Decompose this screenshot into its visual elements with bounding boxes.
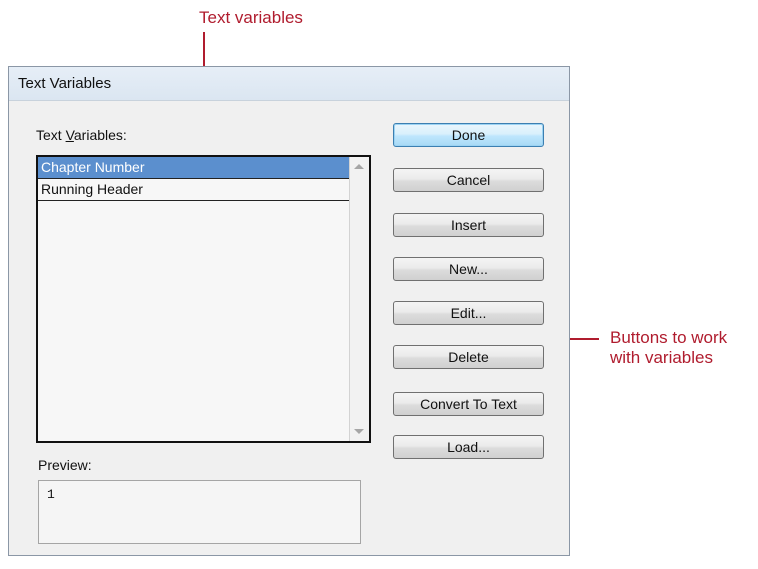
convert-to-text-button[interactable]: Convert To Text xyxy=(393,392,544,416)
buttons-callout-line1: Buttons to work xyxy=(610,328,728,347)
edit-button[interactable]: Edit... xyxy=(393,301,544,325)
text-variables-callout: Text variables xyxy=(199,8,303,27)
delete-button[interactable]: Delete xyxy=(393,345,544,369)
load-button[interactable]: Load... xyxy=(393,435,544,459)
text-variables-dialog: Text Variables Text Variables: Chapter N… xyxy=(8,66,570,556)
cancel-button[interactable]: Cancel xyxy=(393,168,544,192)
text-variables-label: Text Variables: xyxy=(36,127,127,143)
preview-box: 1 xyxy=(38,480,361,544)
insert-button[interactable]: Insert xyxy=(393,213,544,237)
scroll-down-arrow-icon[interactable] xyxy=(354,429,364,434)
list-item-chapter-number[interactable]: Chapter Number xyxy=(38,157,349,179)
buttons-callout-line2: with variables xyxy=(610,348,713,367)
preview-label: Preview: xyxy=(38,457,92,473)
done-button[interactable]: Done xyxy=(393,123,544,147)
list-scrollbar[interactable] xyxy=(349,157,369,441)
scroll-up-arrow-icon[interactable] xyxy=(354,164,364,169)
list-rows: Chapter Number Running Header xyxy=(38,157,349,201)
label-accelerator: V xyxy=(65,127,74,143)
dialog-title: Text Variables xyxy=(9,67,569,101)
list-item-running-header[interactable]: Running Header xyxy=(38,179,349,201)
text-variables-list[interactable]: Chapter Number Running Header xyxy=(36,155,371,443)
label-part: ariables: xyxy=(73,127,127,143)
label-part: Text xyxy=(36,127,66,143)
new-button[interactable]: New... xyxy=(393,257,544,281)
